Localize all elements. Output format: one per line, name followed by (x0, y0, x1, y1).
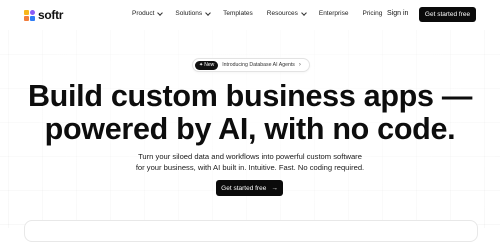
hero-title-line-1: Build custom business apps — (27, 79, 473, 113)
nav-item-label: Resources (266, 10, 298, 17)
new-badge: ✦ New (195, 60, 219, 70)
sign-in-link[interactable]: Sign in (387, 10, 408, 17)
main-nav: Product Solutions Templates Resources En… (132, 9, 382, 17)
nav-item-label: Product (132, 10, 155, 17)
softr-logo-icon (24, 9, 35, 21)
sparkle-icon: ✦ (199, 62, 204, 68)
top-nav-bar: softr Product Solutions Templates Resour… (0, 0, 500, 30)
hero-subtitle-line-1: Turn your siloed data and workflows into… (138, 152, 362, 161)
nav-item-product[interactable]: Product (132, 9, 164, 17)
chevron-right-icon: › (298, 62, 301, 68)
get-started-button-header[interactable]: Get started free (419, 7, 476, 22)
brand-name: softr (38, 8, 64, 22)
new-badge-label: New (204, 62, 215, 68)
nav-item-label: Enterprise (318, 10, 349, 17)
product-preview-card (24, 220, 478, 242)
brand-logo[interactable]: softr (24, 8, 63, 22)
hero-subtitle: Turn your siloed data and workflows into… (0, 152, 500, 173)
nav-item-templates[interactable]: Templates (223, 10, 253, 17)
nav-item-enterprise[interactable]: Enterprise (319, 10, 349, 17)
arrow-right-icon: → (271, 184, 278, 192)
get-started-label: Get started free (221, 184, 267, 192)
nav-item-label: Pricing (362, 10, 383, 17)
nav-item-pricing[interactable]: Pricing (362, 10, 382, 17)
announcement-pill[interactable]: ✦ New Introducing Database AI Agents › (192, 58, 310, 72)
nav-item-solutions[interactable]: Solutions (175, 9, 211, 17)
nav-item-label: Solutions (175, 10, 203, 17)
chevron-down-icon (157, 9, 164, 16)
hero-title-line-2: powered by AI, with no code. (44, 112, 456, 146)
nav-item-label: Templates (223, 10, 253, 17)
announcement-text: Introducing Database AI Agents (222, 62, 295, 68)
nav-item-resources[interactable]: Resources (266, 9, 307, 17)
hero-title: Build custom business apps — powered by … (0, 80, 500, 146)
chevron-down-icon (301, 9, 307, 16)
get-started-button-hero[interactable]: Get started free → (216, 180, 283, 196)
chevron-down-icon (205, 9, 211, 16)
hero-subtitle-line-2: for your business, with AI built in. Int… (135, 162, 365, 172)
